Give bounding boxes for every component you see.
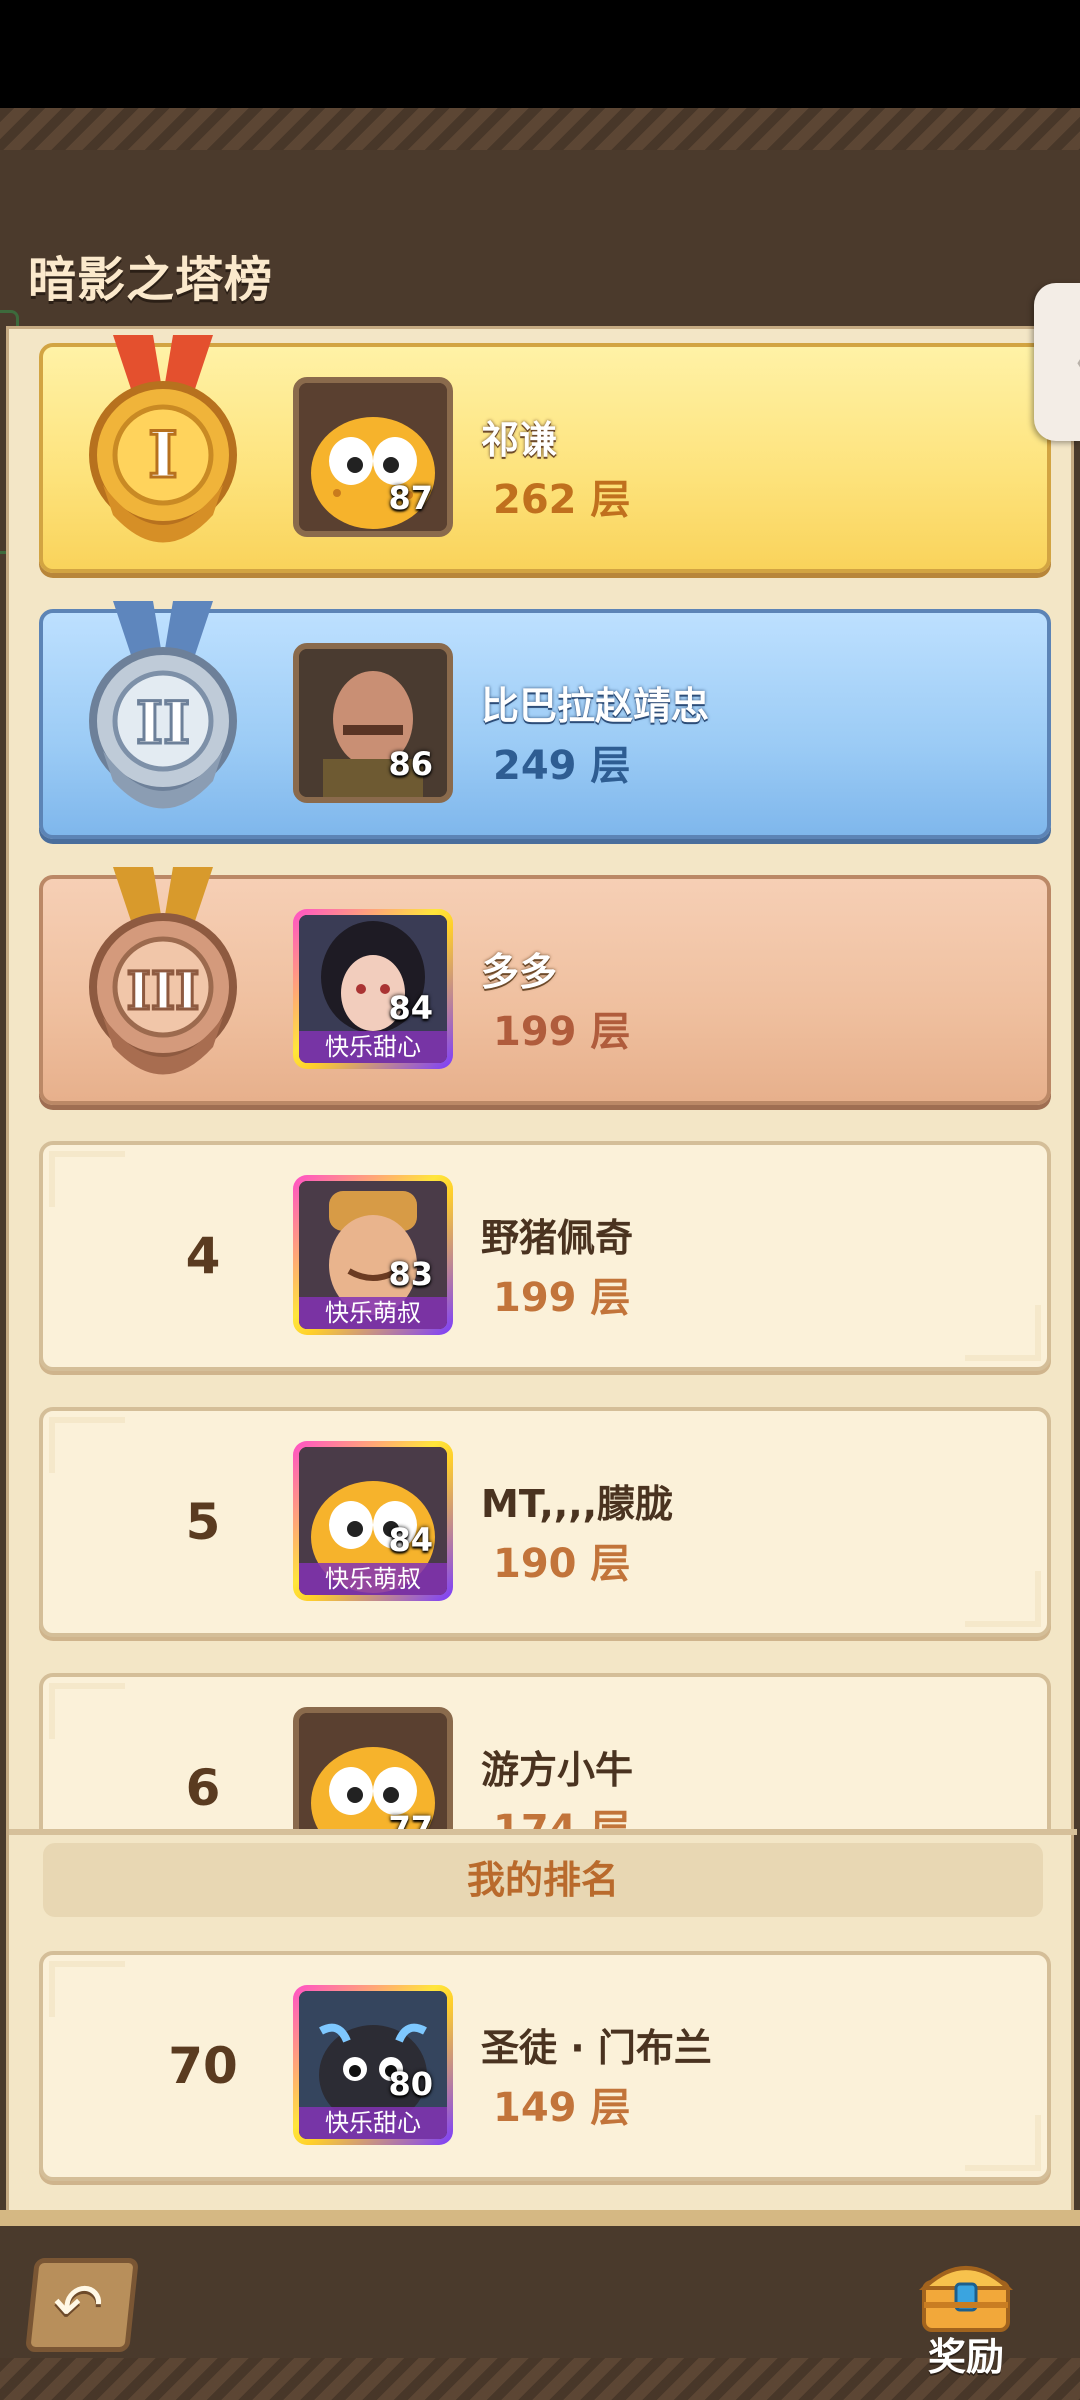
decor-corner bbox=[49, 1151, 125, 1207]
player-level: 83 bbox=[388, 1255, 433, 1293]
list-divider bbox=[9, 1829, 1077, 1835]
player-name: 祁谦 bbox=[481, 418, 558, 462]
ranking-row-4[interactable]: 4 83 快乐萌叔 野猪佩奇 199 层 bbox=[39, 1141, 1051, 1371]
bronze-medal-icon: III bbox=[89, 867, 237, 1075]
player-avatar[interactable]: 83 快乐萌叔 bbox=[293, 1175, 453, 1335]
decor-corner bbox=[965, 1305, 1041, 1361]
ranking-list[interactable]: I 87 祁谦 262 层 II 86 比巴拉赵靖忠 249 层 III 84 … bbox=[9, 329, 1077, 1829]
player-floors: 199 层 bbox=[493, 1009, 631, 1055]
medal-numeral: I bbox=[148, 418, 178, 493]
my-floors: 149 层 bbox=[493, 2085, 631, 2131]
decor-corner bbox=[965, 2115, 1041, 2171]
medal-numeral: III bbox=[127, 961, 200, 1022]
page-title: 暗影之塔榜 bbox=[28, 252, 274, 308]
player-floors: 190 层 bbox=[493, 1541, 631, 1587]
status-bar bbox=[0, 0, 1080, 108]
my-rank-row[interactable]: 70 80 快乐甜心 圣徒 · 门布兰 149 层 bbox=[39, 1951, 1051, 2181]
player-level: 86 bbox=[388, 745, 433, 783]
player-avatar[interactable]: 86 bbox=[293, 643, 453, 803]
player-level: 87 bbox=[388, 479, 433, 517]
vip-tag: 快乐萌叔 bbox=[299, 1297, 447, 1329]
leaderboard-panel: I 87 祁谦 262 层 II 86 比巴拉赵靖忠 249 层 III 84 … bbox=[6, 326, 1077, 2221]
decor-corner bbox=[965, 1571, 1041, 1627]
player-avatar[interactable]: 84 快乐甜心 bbox=[293, 909, 453, 1069]
top-pattern-strip bbox=[0, 108, 1080, 150]
gold-medal-icon: I bbox=[89, 335, 237, 543]
rank-number: 4 bbox=[185, 1227, 221, 1285]
player-level: 77 bbox=[388, 1809, 433, 1829]
my-rank-header: 我的排名 bbox=[43, 1843, 1043, 1917]
silver-medal-icon: II bbox=[89, 601, 237, 809]
decor-corner bbox=[49, 1417, 125, 1473]
player-name: 野猪佩奇 bbox=[481, 1216, 634, 1260]
my-avatar[interactable]: 80 快乐甜心 bbox=[293, 1985, 453, 2145]
vip-tag: 快乐甜心 bbox=[299, 1031, 447, 1063]
reward-label[interactable]: 奖励 bbox=[928, 2326, 1004, 2381]
player-floors: 199 层 bbox=[493, 1275, 631, 1321]
side-collapse-tab[interactable]: 〈 bbox=[1034, 283, 1080, 441]
player-name: 比巴拉赵靖忠 bbox=[481, 684, 710, 728]
ranking-row-2[interactable]: II 86 比巴拉赵靖忠 249 层 bbox=[39, 601, 1051, 839]
back-button[interactable]: ↶ bbox=[25, 2258, 139, 2352]
my-rank-number: 70 bbox=[168, 2037, 238, 2095]
player-avatar[interactable]: 84 快乐萌叔 bbox=[293, 1441, 453, 1601]
decor-corner bbox=[49, 1683, 125, 1739]
player-name: 游方小牛 bbox=[481, 1748, 634, 1792]
treasure-chest-icon[interactable] bbox=[916, 2248, 1016, 2334]
ranking-row-5[interactable]: 5 84 快乐萌叔 MT,,,,朦胧 190 层 bbox=[39, 1407, 1051, 1637]
player-avatar[interactable]: 87 bbox=[293, 377, 453, 537]
player-name: 多多 bbox=[481, 950, 558, 994]
rank-number: 6 bbox=[185, 1759, 221, 1817]
ranking-row-1[interactable]: I 87 祁谦 262 层 bbox=[39, 335, 1051, 573]
player-avatar[interactable]: 77 bbox=[293, 1707, 453, 1829]
player-level: 84 bbox=[388, 989, 433, 1027]
player-floors: 249 层 bbox=[493, 743, 631, 789]
back-arrow-icon: ↶ bbox=[49, 2271, 107, 2341]
player-floors: 174 层 bbox=[493, 1797, 630, 1829]
player-level: 84 bbox=[388, 1521, 433, 1559]
my-name: 圣徒 · 门布兰 bbox=[481, 2026, 712, 2070]
medal-numeral: II bbox=[136, 689, 190, 757]
decor-corner bbox=[49, 1961, 125, 2017]
vip-tag: 快乐甜心 bbox=[299, 2107, 447, 2139]
rank-number: 5 bbox=[185, 1493, 221, 1551]
bottom-pattern-strip bbox=[0, 2210, 1080, 2226]
chevron-left-icon: 〈 bbox=[1048, 325, 1080, 397]
my-level: 80 bbox=[388, 2065, 433, 2103]
vip-tag: 快乐萌叔 bbox=[299, 1563, 447, 1595]
ranking-row-6[interactable]: 6 77 游方小牛 174 层 bbox=[39, 1673, 1051, 1829]
player-floors: 262 层 bbox=[493, 477, 631, 523]
player-name: MT,,,,朦胧 bbox=[481, 1482, 674, 1526]
ranking-row-3[interactable]: III 84 快乐甜心 多多 199 层 bbox=[39, 867, 1051, 1105]
bottom-pattern-strip-2 bbox=[0, 2358, 1080, 2400]
